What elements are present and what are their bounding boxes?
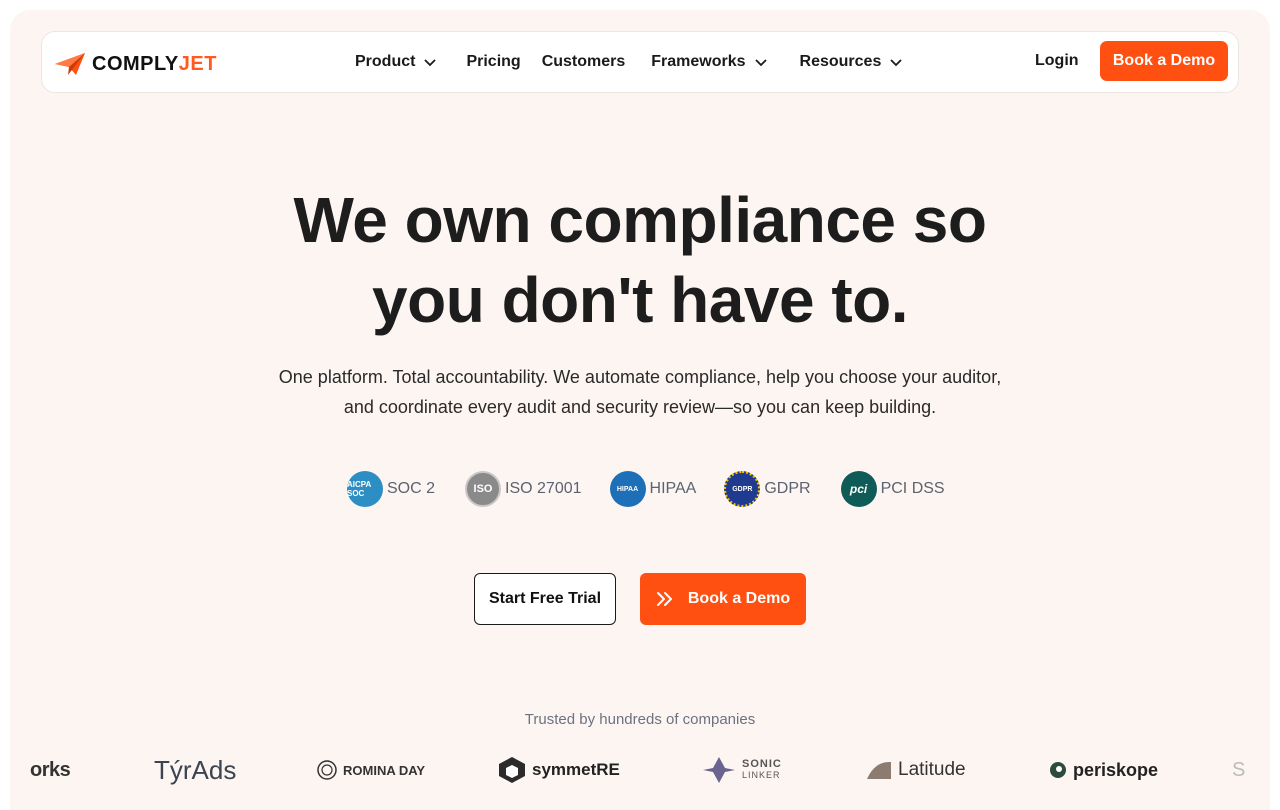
logo-text: COMPLYJET bbox=[92, 52, 217, 75]
start-free-trial-button[interactable]: Start Free Trial bbox=[474, 573, 616, 625]
hero-subtitle-line: and coordinate every audit and security … bbox=[343, 397, 937, 417]
badge-label: PCI DSS bbox=[880, 480, 945, 497]
nav-item-label: Product bbox=[355, 53, 416, 70]
nav-item-label: Frameworks bbox=[651, 53, 746, 70]
trusted-by-label: Trusted by hundreds of companies bbox=[524, 711, 756, 728]
badge-label: HIPAA bbox=[649, 480, 697, 497]
customer-logo-text: symmetRE bbox=[532, 760, 620, 779]
badge-pci-dss: pci PCI DSS bbox=[840, 471, 945, 507]
nav-item-customers[interactable]: Customers bbox=[542, 53, 626, 71]
framework-badges: AICPA SOC SOC 2 ISO ISO 27001 HIPAA HIPA… bbox=[347, 471, 945, 507]
customer-logo: ROMINA DAY bbox=[317, 750, 425, 790]
nav-book-demo-button[interactable]: Book a Demo bbox=[1100, 41, 1228, 81]
customer-logo-text: LINKER bbox=[742, 770, 781, 780]
customer-logos: orks TýrAds ROMINA DAY symmetRE SONIC LI… bbox=[10, 750, 1270, 790]
login-link[interactable]: Login bbox=[1035, 52, 1079, 70]
hero-title: We own compliance so you don't have to. bbox=[10, 180, 1270, 340]
nav-item-label: Customers bbox=[541, 53, 626, 70]
customer-logo: S bbox=[1232, 758, 1246, 781]
page-background: COMPLYJET Product Pricing Customers Fram… bbox=[10, 10, 1270, 810]
iso-badge-icon: ISO bbox=[465, 471, 502, 507]
top-nav: COMPLYJET Product Pricing Customers Fram… bbox=[41, 31, 1239, 93]
gdpr-badge-icon: GDPR bbox=[724, 471, 761, 507]
customer-logo-text: Latitude bbox=[898, 759, 966, 780]
customer-logo-text: ROMINA DAY bbox=[343, 762, 426, 778]
badge-soc2: AICPA SOC SOC 2 bbox=[347, 471, 435, 507]
badge-label: ISO 27001 bbox=[505, 480, 582, 497]
hero-title-line: you don't have to. bbox=[372, 264, 909, 336]
badge-iso27001: ISO ISO 27001 bbox=[465, 471, 582, 507]
customer-logo: orks bbox=[30, 758, 71, 781]
customer-logo-text: periskope bbox=[1073, 759, 1159, 780]
customer-logo: TýrAds bbox=[154, 754, 237, 785]
nav-item-resources[interactable]: Resources bbox=[800, 53, 904, 71]
badge-label: GDPR bbox=[764, 480, 811, 497]
badge-hipaa: HIPAA HIPAA bbox=[609, 471, 697, 507]
book-demo-label: Book a Demo bbox=[687, 590, 791, 607]
badge-label: SOC 2 bbox=[387, 480, 436, 497]
customer-logo: periskope bbox=[1049, 750, 1158, 790]
chevron-down-icon bbox=[754, 55, 768, 69]
main-menu: Product Pricing Customers Frameworks Res… bbox=[355, 32, 903, 92]
symmetre-logo-icon bbox=[499, 757, 525, 783]
hero-subtitle: One platform. Total accountability. We a… bbox=[240, 362, 1040, 422]
customer-logo: symmetRE bbox=[498, 750, 620, 790]
book-demo-button[interactable]: Book a Demo bbox=[640, 573, 806, 625]
romina-day-logo-icon bbox=[317, 760, 337, 780]
chevron-down-icon bbox=[889, 55, 903, 69]
pci-badge-icon: pci bbox=[840, 471, 877, 507]
customer-logo: Latitude bbox=[866, 750, 966, 790]
nav-item-label: Pricing bbox=[466, 53, 521, 70]
aicpa-soc-badge-icon: AICPA SOC bbox=[347, 471, 383, 507]
nav-item-frameworks[interactable]: Frameworks bbox=[651, 53, 767, 71]
chevron-down-icon bbox=[423, 55, 437, 69]
paper-plane-icon bbox=[55, 53, 85, 75]
nav-item-label: Resources bbox=[799, 53, 882, 70]
customer-logo-text: SONIC bbox=[742, 758, 782, 770]
customer-logo: SONIC LINKER bbox=[702, 750, 782, 790]
periskope-logo-icon bbox=[1050, 762, 1066, 778]
latitude-logo-icon bbox=[867, 761, 891, 779]
sonic-linker-logo-icon bbox=[703, 757, 735, 783]
double-chevron-right-icon bbox=[656, 592, 672, 606]
hero-title-line: We own compliance so bbox=[293, 184, 987, 256]
hipaa-badge-icon: HIPAA bbox=[609, 471, 646, 507]
badge-gdpr: GDPR GDPR bbox=[724, 471, 811, 507]
logo[interactable]: COMPLYJET bbox=[54, 50, 217, 78]
hero-subtitle-line: One platform. Total accountability. We a… bbox=[278, 367, 1002, 387]
nav-item-product[interactable]: Product bbox=[355, 53, 437, 71]
nav-item-pricing[interactable]: Pricing bbox=[466, 53, 520, 71]
